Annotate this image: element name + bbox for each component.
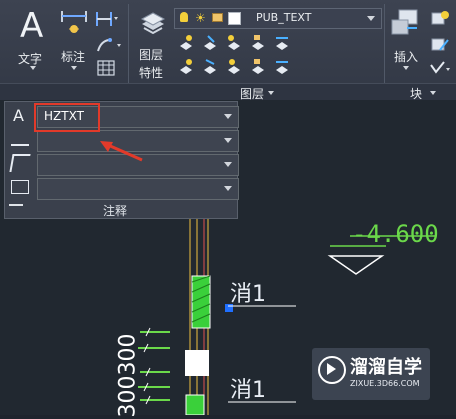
layer-tool-icon[interactable] bbox=[228, 59, 240, 74]
layer-tools-grid bbox=[178, 32, 290, 78]
annotation-panel: A HZTXT 注释 bbox=[4, 101, 239, 219]
unlock-icon bbox=[212, 13, 223, 22]
chevron-down-icon bbox=[71, 66, 77, 70]
chevron-down-icon[interactable] bbox=[268, 91, 274, 95]
watermark: 溜溜自学 ZIXUE.3D66.COM bbox=[312, 348, 430, 400]
text-tool-label: 文字 bbox=[18, 52, 43, 66]
annotation-panel-title: 注释 bbox=[103, 204, 128, 218]
chevron-down-icon bbox=[224, 138, 232, 143]
pin-icon[interactable] bbox=[9, 204, 23, 214]
layer-name: PUB_TEXT bbox=[256, 11, 312, 24]
text-style-value: HZTXT bbox=[44, 109, 84, 123]
chevron-down-icon bbox=[367, 16, 375, 21]
play-triangle-icon bbox=[327, 363, 336, 375]
block-attributes-icon[interactable] bbox=[428, 60, 452, 78]
layer-stack-icon bbox=[140, 12, 166, 35]
elevation-text: -4.600 bbox=[352, 220, 439, 248]
text-style-icon: A bbox=[13, 106, 24, 125]
layer-properties-label-2: 特性 bbox=[139, 66, 164, 80]
layer-tool-icon[interactable] bbox=[252, 59, 264, 74]
layer-properties-label-1: 图层 bbox=[139, 48, 164, 62]
lightbulb-icon bbox=[180, 12, 188, 22]
ribbon: A 文字 标注 图层 特性 ☀ PUB_TEXT 插入 图层 块 bbox=[0, 0, 456, 101]
layer-tool-icon[interactable] bbox=[180, 59, 192, 74]
dimension-style-dropdown[interactable] bbox=[37, 130, 239, 152]
chevron-down-icon bbox=[224, 186, 232, 191]
fire-hydrant-label-bottom: 消1 bbox=[230, 378, 266, 403]
insert-label: 插入 bbox=[394, 50, 419, 64]
chevron-down-icon bbox=[403, 66, 409, 70]
leader-icon[interactable] bbox=[95, 36, 125, 54]
layer-tool-icon[interactable] bbox=[180, 35, 192, 50]
chevron-down-icon[interactable] bbox=[430, 91, 436, 95]
layer-tool-icon[interactable] bbox=[204, 35, 216, 50]
table-style-icon bbox=[11, 180, 29, 194]
watermark-url: ZIXUE.3D66.COM bbox=[350, 379, 420, 388]
table-icon[interactable] bbox=[97, 60, 115, 76]
layer-properties-button[interactable]: 图层 特性 bbox=[134, 6, 172, 82]
text-style-dropdown[interactable]: HZTXT bbox=[37, 106, 239, 128]
ribbon-panel-titles: 图层 块 bbox=[0, 83, 456, 101]
fire-hydrant-label-top: 消1 bbox=[230, 282, 266, 307]
table-style-dropdown[interactable] bbox=[37, 178, 239, 200]
text-tool-icon: A bbox=[20, 6, 44, 46]
layer-dropdown[interactable]: ☀ PUB_TEXT bbox=[174, 8, 382, 29]
dim-style-icon bbox=[11, 130, 29, 146]
edit-block-icon[interactable] bbox=[430, 36, 450, 54]
layer-tool-icon[interactable] bbox=[252, 35, 264, 50]
dimension-tool-label: 标注 bbox=[61, 50, 86, 64]
dimension-tool-button[interactable]: 标注 bbox=[56, 6, 92, 72]
text-tool-button[interactable]: A 文字 bbox=[10, 6, 52, 72]
linear-dimension-icon[interactable] bbox=[95, 10, 119, 28]
layer-color-swatch bbox=[228, 12, 241, 25]
layer-tool-icon[interactable] bbox=[228, 35, 240, 50]
chevron-down-icon bbox=[224, 162, 232, 167]
layer-tool-icon[interactable] bbox=[204, 59, 216, 74]
chevron-down-icon bbox=[30, 66, 36, 70]
layer-tool-icon[interactable] bbox=[276, 61, 288, 74]
leader-style-icon bbox=[9, 154, 31, 172]
layer-tool-icon[interactable] bbox=[276, 37, 288, 50]
sun-icon: ☀ bbox=[195, 11, 206, 25]
insert-button[interactable]: 插入 bbox=[386, 8, 424, 78]
chevron-down-icon bbox=[224, 114, 232, 119]
dimension-text: 300300 bbox=[115, 333, 141, 418]
leader-style-dropdown[interactable] bbox=[37, 154, 239, 176]
watermark-title: 溜溜自学 bbox=[350, 357, 422, 378]
dimension-icon bbox=[61, 11, 87, 33]
create-block-icon[interactable] bbox=[430, 10, 450, 28]
insert-block-icon bbox=[391, 9, 418, 35]
